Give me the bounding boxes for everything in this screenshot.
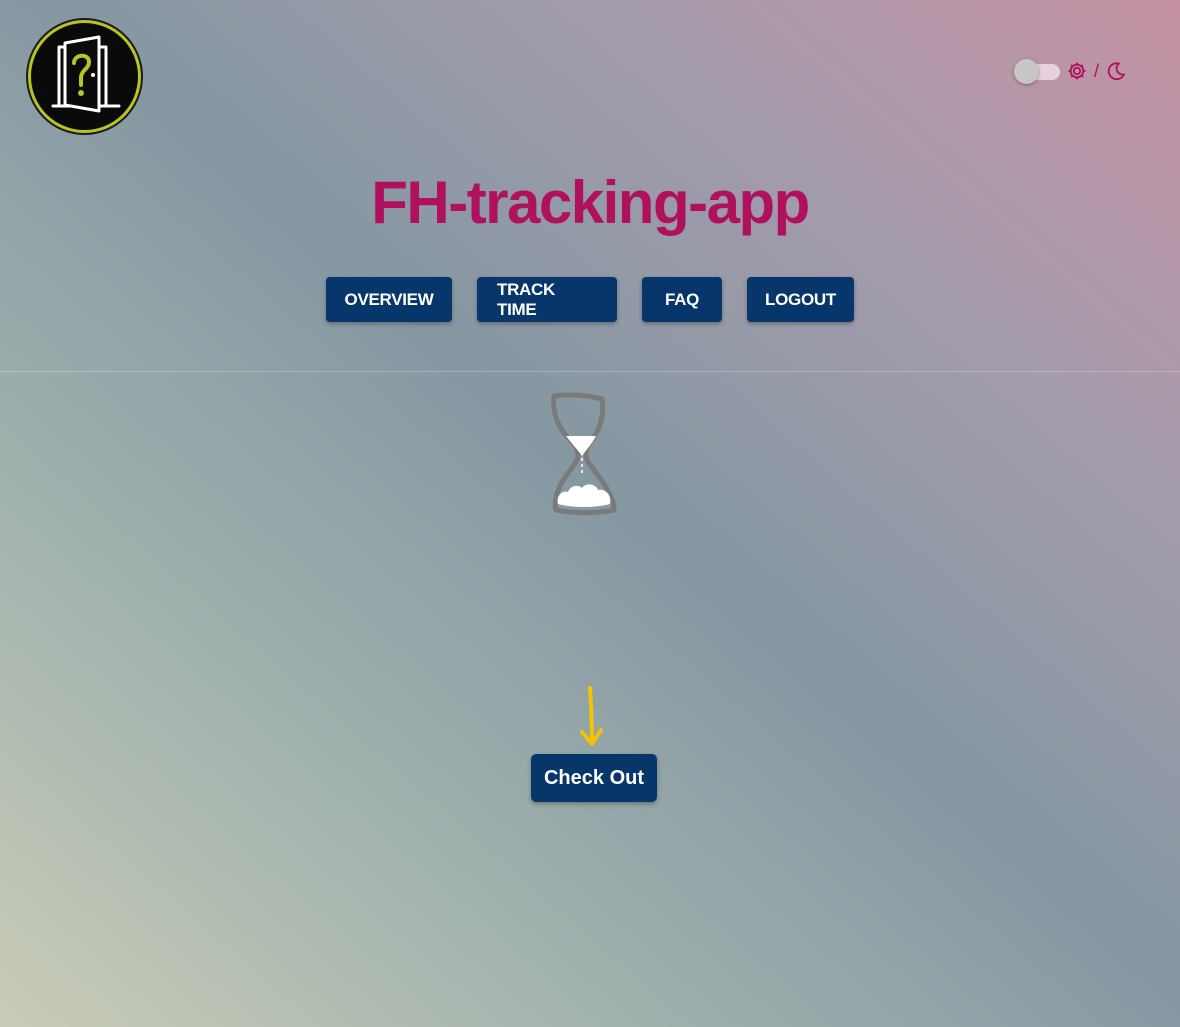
switch-thumb [1014,59,1039,84]
nav-faq-button[interactable]: FAQ [642,277,722,322]
moon-icon [1105,60,1127,82]
nav-overview-button[interactable]: OVERVIEW [326,277,452,322]
app-logo[interactable] [28,20,141,133]
page-title: FH-tracking-app [371,169,810,236]
header-divider [0,371,1180,372]
theme-separator: / [1094,61,1100,81]
check-out-button[interactable]: Check Out [531,754,657,802]
hourglass-icon [544,392,624,523]
theme-switch[interactable] [1014,58,1060,84]
main-nav: OVERVIEW TRACK TIME FAQ LOGOUT [0,277,1180,322]
nav-logout-button[interactable]: LOGOUT [747,277,854,322]
nav-track-time-button[interactable]: TRACK TIME [477,277,617,322]
gear-sun-icon [1066,60,1088,82]
theme-toggle: / [1014,58,1127,84]
arrow-down-icon [576,684,608,755]
door-question-icon [51,35,121,113]
